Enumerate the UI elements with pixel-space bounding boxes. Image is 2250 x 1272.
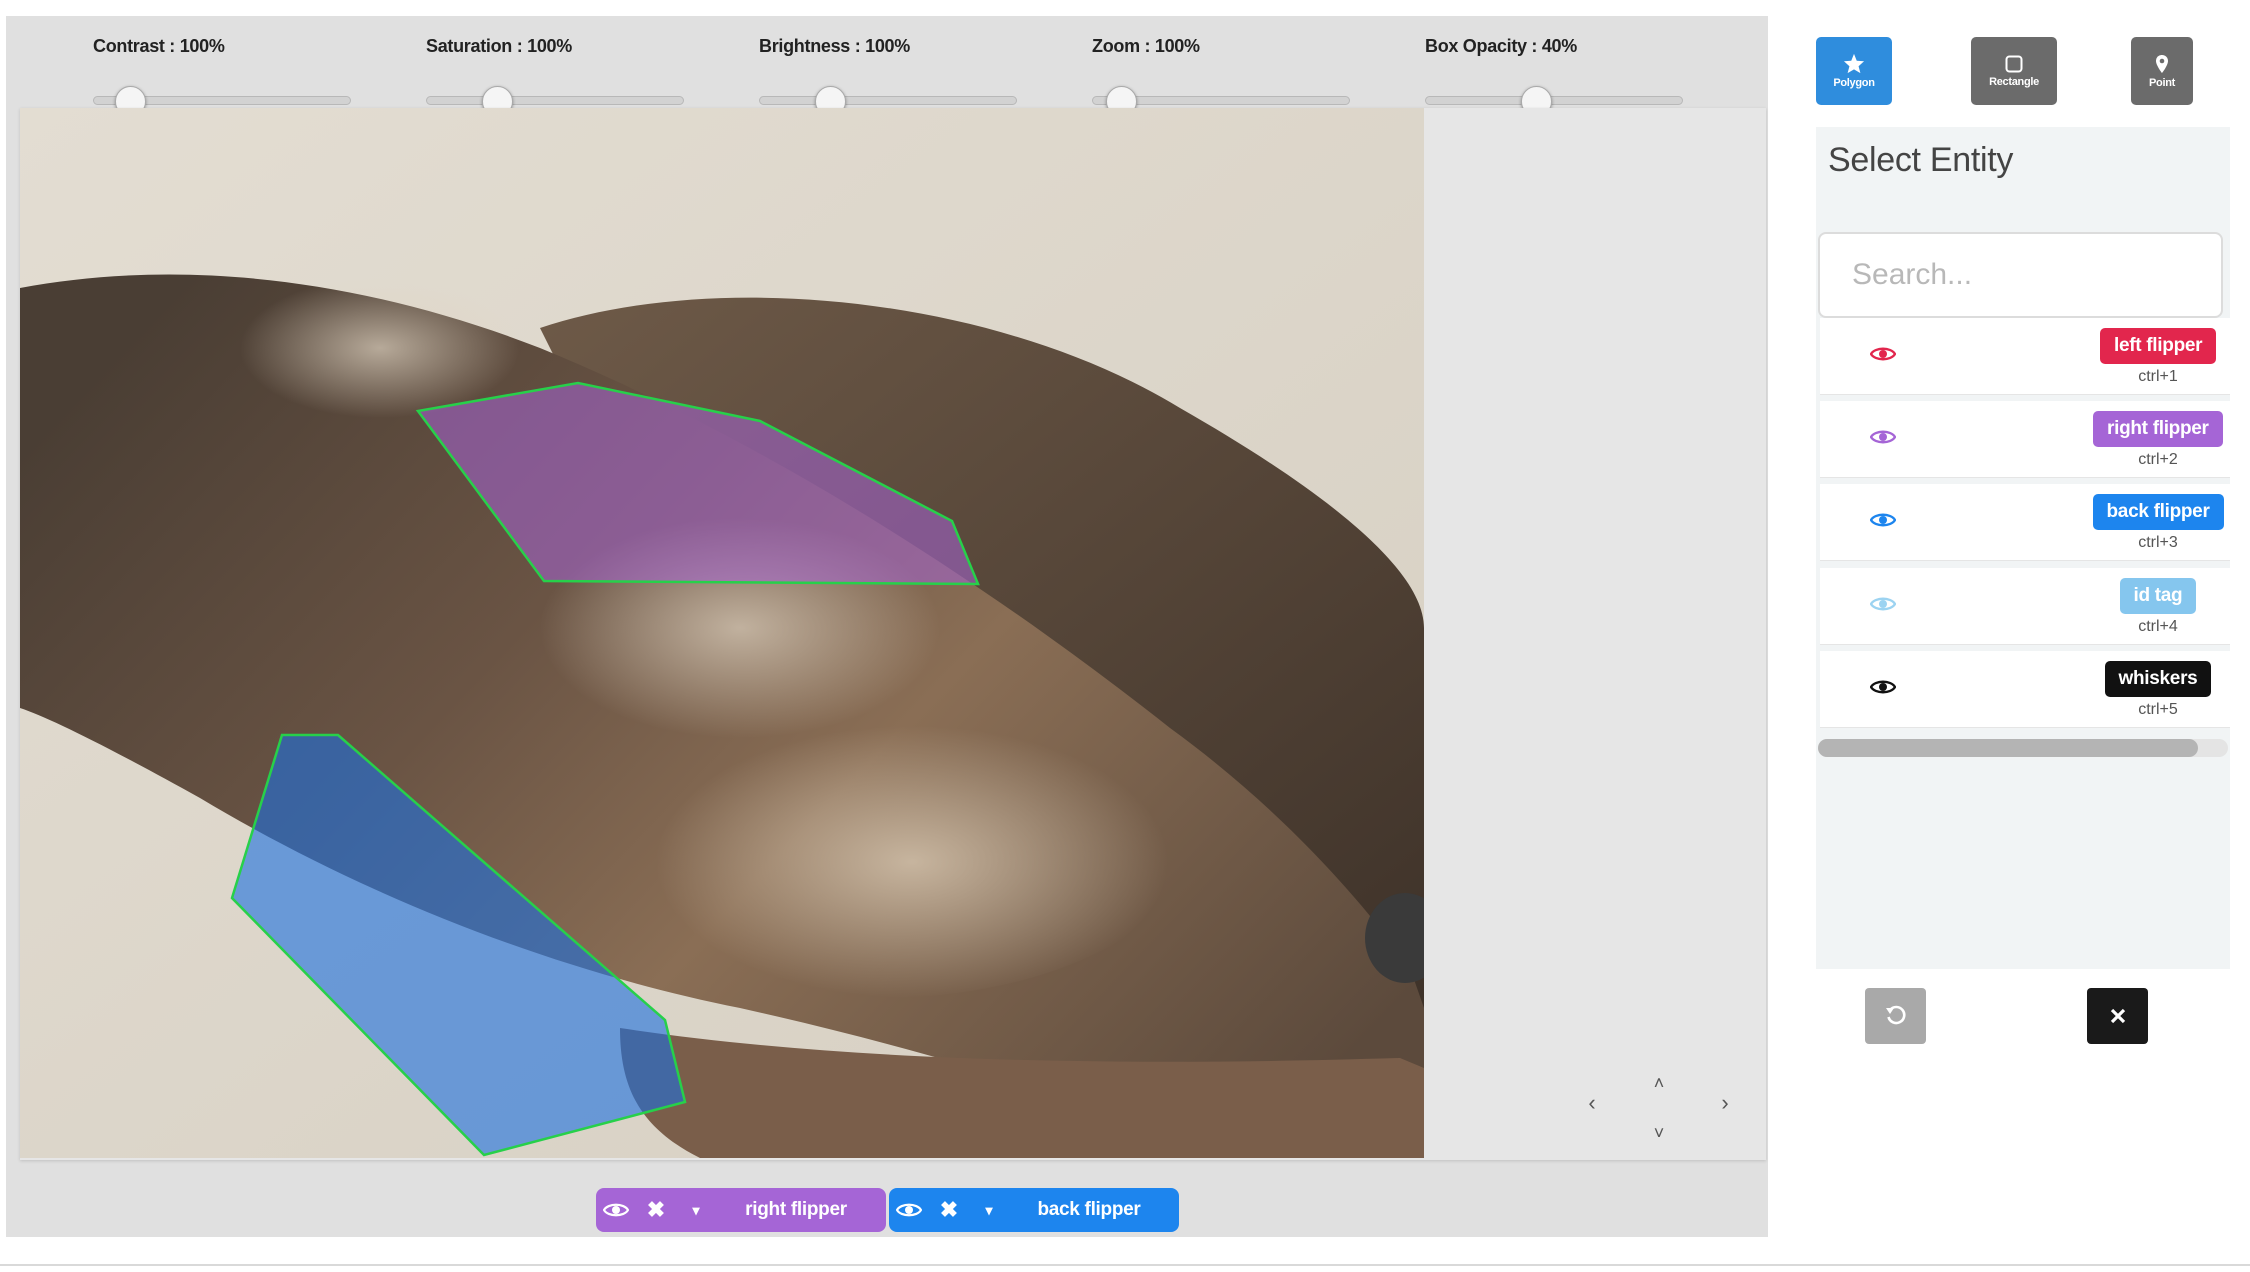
scrollbar-thumb[interactable] bbox=[1818, 739, 2198, 757]
sea-lion-photo[interactable] bbox=[20, 108, 1424, 1158]
box-opacity-slider-group: Box Opacity : 40% bbox=[1425, 36, 1687, 117]
rectangle-tool-button[interactable]: Rectangle bbox=[1971, 37, 2057, 105]
chevron-up-icon[interactable]: ˄ bbox=[1644, 1068, 1674, 1098]
entity-shortcut: ctrl+3 bbox=[2138, 534, 2178, 551]
caret-down-icon[interactable]: ▾ bbox=[676, 1188, 716, 1232]
entity-row[interactable]: right flipper ctrl+2 bbox=[1820, 401, 2230, 478]
eye-icon[interactable] bbox=[1870, 427, 1896, 447]
undo-button[interactable] bbox=[1865, 988, 1926, 1044]
contrast-slider-group: Contrast : 100% bbox=[93, 36, 355, 117]
delete-icon[interactable]: ✖ bbox=[636, 1188, 676, 1232]
eye-icon[interactable] bbox=[596, 1188, 636, 1232]
panel-title: Select Entity bbox=[1828, 141, 2014, 179]
entity-row[interactable]: left flipper ctrl+1 bbox=[1820, 318, 2230, 395]
eye-icon[interactable] bbox=[889, 1188, 929, 1232]
brightness-slider-group: Brightness : 100% bbox=[759, 36, 1021, 117]
polygon-tool-label: Polygon bbox=[1833, 77, 1875, 89]
saturation-slider-track[interactable] bbox=[426, 96, 684, 105]
brightness-slider-track[interactable] bbox=[759, 96, 1017, 105]
chip-label[interactable]: right flipper bbox=[716, 1199, 886, 1221]
eye-icon[interactable] bbox=[1870, 677, 1896, 697]
zoom-label: Zoom : 100% bbox=[1092, 36, 1200, 56]
entity-shortcut: ctrl+1 bbox=[2138, 368, 2178, 385]
entity-badge[interactable]: right flipper bbox=[2093, 411, 2223, 447]
entity-search-input[interactable] bbox=[1818, 232, 2223, 318]
saturation-label: Saturation : 100% bbox=[426, 36, 572, 56]
close-button[interactable] bbox=[2087, 988, 2148, 1044]
chevron-right-icon[interactable]: › bbox=[1710, 1088, 1740, 1118]
close-icon bbox=[2110, 1008, 2125, 1024]
image-canvas[interactable]: ‹ ˄ ˅ › bbox=[20, 108, 1766, 1160]
entity-badge[interactable]: left flipper bbox=[2100, 328, 2217, 364]
chevron-left-icon[interactable]: ‹ bbox=[1577, 1088, 1607, 1118]
square-icon bbox=[2005, 55, 2023, 72]
caret-down-icon[interactable]: ▾ bbox=[969, 1188, 1009, 1232]
annotation-workspace: Contrast : 100% Saturation : 100% Bright… bbox=[6, 16, 1768, 1237]
entity-badge[interactable]: back flipper bbox=[2092, 494, 2224, 530]
box-opacity-slider-track[interactable] bbox=[1425, 96, 1683, 105]
entity-badge[interactable]: whiskers bbox=[2104, 661, 2212, 697]
footer-divider bbox=[0, 1264, 2250, 1266]
entity-panel: Select Entity left flipper ctrl+1 right fl… bbox=[1816, 127, 2230, 969]
chevron-down-icon[interactable]: ˅ bbox=[1644, 1118, 1674, 1148]
box-opacity-label: Box Opacity : 40% bbox=[1425, 36, 1577, 56]
chip-label[interactable]: back flipper bbox=[1009, 1199, 1179, 1221]
point-tool-button[interactable]: Point bbox=[2131, 37, 2193, 105]
annotation-chip-back-flipper: ✖ ▾ back flipper bbox=[889, 1188, 1179, 1232]
polygon-tool-button[interactable]: Polygon bbox=[1816, 37, 1892, 105]
saturation-slider-group: Saturation : 100% bbox=[426, 36, 688, 117]
eye-icon[interactable] bbox=[1870, 510, 1896, 530]
entity-shortcut: ctrl+5 bbox=[2138, 701, 2178, 718]
brightness-label: Brightness : 100% bbox=[759, 36, 910, 56]
annotation-chip-right-flipper: ✖ ▾ right flipper bbox=[596, 1188, 886, 1232]
undo-icon bbox=[1885, 1005, 1906, 1025]
zoom-slider-group: Zoom : 100% bbox=[1092, 36, 1354, 117]
eye-icon[interactable] bbox=[1870, 344, 1896, 364]
entity-badge[interactable]: id tag bbox=[2119, 578, 2197, 614]
point-tool-label: Point bbox=[2149, 76, 2175, 89]
horizontal-scrollbar[interactable] bbox=[1818, 739, 2228, 757]
entity-row[interactable]: whiskers ctrl+5 bbox=[1820, 651, 2230, 728]
delete-icon[interactable]: ✖ bbox=[929, 1188, 969, 1232]
eye-icon[interactable] bbox=[1870, 594, 1896, 614]
entity-shortcut: ctrl+4 bbox=[2138, 618, 2178, 635]
entity-row[interactable]: id tag ctrl+4 bbox=[1820, 568, 2230, 645]
entity-shortcut: ctrl+2 bbox=[2138, 451, 2178, 468]
map-pin-icon bbox=[2156, 54, 2168, 73]
star-icon bbox=[1843, 53, 1865, 74]
rectangle-tool-label: Rectangle bbox=[1989, 75, 2039, 88]
contrast-label: Contrast : 100% bbox=[93, 36, 225, 56]
entity-row[interactable]: back flipper ctrl+3 bbox=[1820, 484, 2230, 561]
